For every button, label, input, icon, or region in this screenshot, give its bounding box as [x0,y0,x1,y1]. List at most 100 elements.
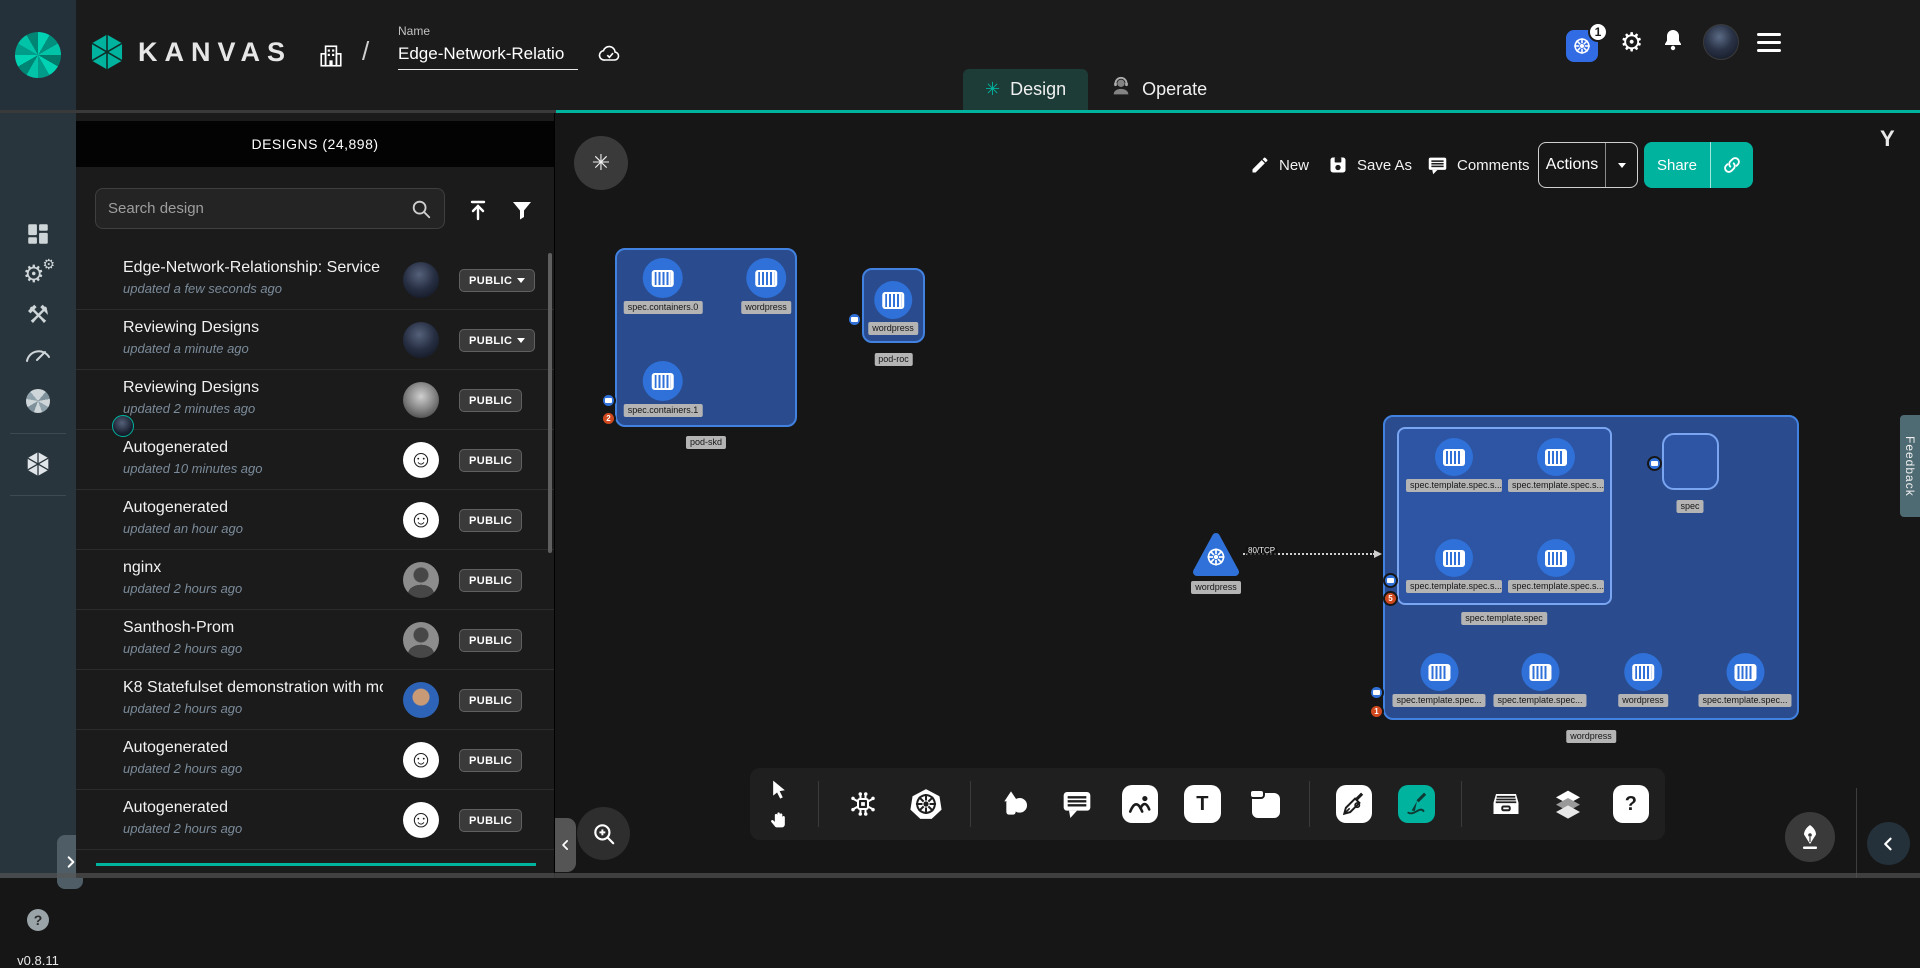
design-name-input[interactable] [398,42,578,70]
meshery-logo[interactable] [0,0,76,110]
design-row[interactable]: Edge-Network-Relationship: Serviceupdate… [76,250,554,310]
sidebar-item-dashboard[interactable] [0,221,76,247]
media-tool[interactable] [1122,785,1158,823]
layers-tool[interactable] [1550,785,1586,823]
visibility-badge[interactable]: PUBLIC [459,509,522,532]
share-button[interactable]: Share [1644,142,1753,188]
container-node[interactable]: wordpress [1618,653,1668,707]
container-node[interactable]: wordpress [868,281,918,335]
freehand-draw-tool[interactable] [1398,785,1434,823]
kubernetes-tool[interactable] [907,785,943,823]
design-row[interactable]: Autogeneratedupdated 2 hours ago ☺ PUBLI… [76,730,554,790]
avatar [403,262,439,298]
sidebar-item-kanvas[interactable] [0,451,76,477]
design-row[interactable]: Reviewing Designsupdated 2 minutes ago P… [76,370,554,430]
zoom-in-button[interactable] [577,807,630,860]
organization-icon[interactable] [318,42,344,75]
saved-to-cloud-icon [596,42,624,71]
service-node-wordpress[interactable]: wordpress [1192,532,1240,594]
collaborator-avatar[interactable] [112,415,134,437]
container-node[interactable]: spec.template.spec.s... [1508,539,1604,593]
new-button[interactable]: New [1250,142,1309,188]
kanvas-brand[interactable]: KANVAS [88,33,292,71]
design-row[interactable]: nginxupdated 2 hours ago PUBLIC [76,550,554,610]
visibility-badge[interactable]: PUBLIC [459,569,522,592]
settings-gear-icon[interactable]: ⚙ [1620,29,1643,55]
pod-group-skd[interactable]: spec.containers.0 wordpress spec.contain… [615,248,797,427]
help-button[interactable]: ? [27,909,49,931]
container-icon [874,281,912,319]
kanvas-wordmark: KANVAS [138,37,292,68]
shapes-tool[interactable] [997,785,1033,823]
sidebar-divider [10,495,66,496]
error-count-badge[interactable]: 2 [601,411,616,426]
container-node[interactable]: spec.template.spec.s... [1406,438,1502,492]
container-node[interactable]: spec.containers.0 [624,258,703,314]
pen-mode-button[interactable] [1785,812,1835,862]
save-as-button[interactable]: Save As [1328,142,1412,188]
search-icon[interactable] [410,198,432,220]
hamburger-menu-icon[interactable] [1757,33,1781,52]
visibility-badge[interactable]: PUBLIC [459,809,522,832]
pen-path-tool[interactable] [1336,785,1372,823]
select-cursor-tool[interactable] [766,776,792,802]
container-node[interactable]: spec.template.spec... [1493,653,1586,707]
drawer-tool[interactable] [1488,785,1524,823]
error-count-badge[interactable]: 1 [1369,704,1384,719]
pan-hand-tool[interactable] [766,806,792,832]
visibility-badge[interactable]: PUBLIC [459,629,522,652]
sidebar-item-lifecycle[interactable]: ⚙ ⚙ [0,261,76,291]
visibility-badge[interactable]: PUBLIC [459,449,522,472]
search-input[interactable] [108,200,410,217]
horizontal-scrollbar[interactable] [0,873,1920,878]
visibility-badge[interactable]: PUBLIC [459,749,522,772]
caret-down-icon[interactable] [1606,163,1637,168]
text-tool[interactable]: T [1184,785,1220,823]
visibility-badge[interactable]: PUBLIC [459,269,535,292]
actions-button[interactable]: Actions [1538,142,1638,188]
design-row[interactable]: Autogeneratedupdated an hour ago ☺ PUBLI… [76,490,554,550]
template-spec-group[interactable]: spec.template.spec.s... spec.template.sp… [1397,427,1612,605]
container-node[interactable]: spec.template.spec.s... [1508,438,1604,492]
deployment-group-wordpress[interactable]: spec.template.spec.s... spec.template.sp… [1383,415,1799,720]
design-row[interactable]: Reviewing Designsupdated a minute ago PU… [76,310,554,370]
comment-tool[interactable] [1059,785,1095,823]
notifications-bell-icon[interactable] [1661,27,1685,58]
design-row[interactable]: K8 Statefulset demonstration with moupda… [76,670,554,730]
dock-toggle-icon[interactable]: Y [1880,126,1895,152]
container-node[interactable]: spec.template.spec... [1698,653,1791,707]
sidebar-item-meshery[interactable] [0,389,76,413]
tab-operate[interactable]: Operate [1088,69,1229,110]
user-avatar[interactable] [1703,24,1739,60]
feedback-tab[interactable]: Feedback [1900,415,1920,517]
container-node[interactable]: spec.containers.1 [624,361,703,417]
copy-link-icon[interactable] [1711,155,1753,175]
tab-design[interactable]: ✳ Design [963,69,1088,110]
spec-node[interactable] [1662,433,1719,490]
design-row[interactable]: Autogeneratedupdated 10 minutes ago ☺ PU… [76,430,554,490]
visibility-badge[interactable]: PUBLIC [459,389,522,412]
comments-button[interactable]: Comments [1427,142,1530,188]
import-design-icon[interactable] [466,197,490,228]
container-node[interactable]: wordpress [741,258,791,314]
visibility-badge[interactable]: PUBLIC [459,689,522,712]
kubernetes-context-switcher[interactable]: 1 [1566,24,1602,60]
help-tool[interactable]: ? [1613,785,1649,823]
design-row[interactable]: Santhosh-Promupdated 2 hours ago PUBLIC [76,610,554,670]
whiteboard-frame-tool[interactable] [1247,785,1283,823]
components-tool[interactable] [845,785,881,823]
node-label: spec.template.spec.s... [1406,580,1502,593]
error-count-badge[interactable]: 5 [1383,591,1398,606]
sidebar-item-performance[interactable] [0,343,76,365]
panel-collapse-handle[interactable] [555,818,576,872]
visibility-badge[interactable]: PUBLIC [459,329,535,352]
container-node[interactable]: spec.template.spec... [1392,653,1485,707]
pod-group-roc[interactable]: wordpress pod-roc [862,268,925,343]
sidebar-item-configuration[interactable]: ⚒ [0,303,76,328]
filter-icon[interactable] [510,198,534,227]
panel-scrollbar[interactable] [548,253,552,553]
design-row[interactable]: Autogeneratedupdated 2 hours ago ☺ PUBLI… [76,790,554,850]
collapse-right-button[interactable] [1867,822,1910,865]
container-node[interactable]: spec.template.spec.s... [1406,539,1502,593]
canvas-menu-button[interactable]: ✳ [574,136,628,190]
